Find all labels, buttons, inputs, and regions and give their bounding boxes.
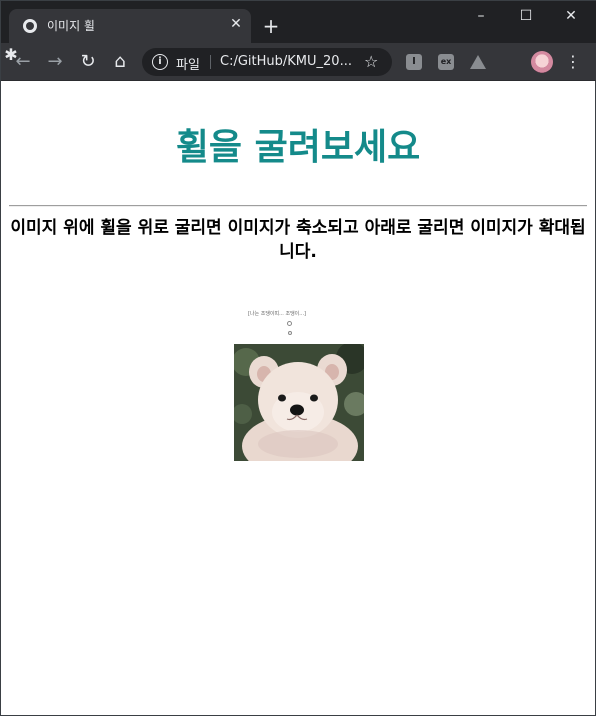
address-bar[interactable]: i 파일 C:/GitHub/KMU_20... ☆ xyxy=(142,48,392,76)
dog-illustration xyxy=(234,344,364,461)
browser-toolbar: ← → ↻ ⌂ i 파일 C:/GitHub/KMU_20... ☆ I ex … xyxy=(1,43,596,81)
browser-window: 이미지 휠 ✕ + – ☐ ✕ ← → ↻ ⌂ i 파일 C:/GitHub/K… xyxy=(0,0,596,716)
tab-title: 이미지 휠 xyxy=(47,19,95,33)
profile-avatar[interactable] xyxy=(531,51,553,73)
reload-button[interactable]: ↻ xyxy=(76,50,100,74)
page-description: 이미지 위에 휠을 위로 굴리면 이미지가 축소되고 아래로 굴리면 이미지가 … xyxy=(10,218,586,262)
page-title: 휠을 굴려보세요 xyxy=(175,127,421,168)
extension-ex-icon[interactable]: ex xyxy=(438,54,454,70)
menu-icon[interactable]: ⋮ xyxy=(563,50,583,74)
tab-active[interactable]: 이미지 휠 ✕ xyxy=(9,9,251,43)
tab-strip: 이미지 휠 ✕ + – ☐ ✕ xyxy=(1,1,596,43)
close-window-button[interactable]: ✕ xyxy=(554,5,588,29)
dog-image[interactable] xyxy=(234,344,364,461)
thought-bubble xyxy=(287,321,292,326)
extension-i-icon[interactable]: I xyxy=(406,54,422,70)
thought-caption: [나는 조댕이띠... 조댕이...] xyxy=(247,311,307,317)
scheme-label: 파일 xyxy=(176,58,200,73)
back-button[interactable]: ← xyxy=(11,50,35,74)
info-icon[interactable]: i xyxy=(152,54,168,70)
omnibox-separator xyxy=(210,55,211,69)
home-button[interactable]: ⌂ xyxy=(108,50,132,74)
new-tab-button[interactable]: + xyxy=(259,15,283,39)
tab-close-icon[interactable]: ✕ xyxy=(227,15,245,33)
maximize-button[interactable]: ☐ xyxy=(509,5,543,29)
divider xyxy=(9,205,587,207)
thought-bubble xyxy=(288,331,292,335)
drive-icon[interactable] xyxy=(470,55,486,69)
minimize-button[interactable]: – xyxy=(464,5,498,29)
globe-icon xyxy=(23,19,37,33)
url-text[interactable]: C:/GitHub/KMU_20... xyxy=(220,54,352,69)
star-icon[interactable]: ☆ xyxy=(364,52,378,71)
page-content: 휠을 굴려보세요 이미지 위에 휠을 위로 굴리면 이미지가 축소되고 아래로 … xyxy=(1,82,595,715)
forward-button[interactable]: → xyxy=(43,50,67,74)
